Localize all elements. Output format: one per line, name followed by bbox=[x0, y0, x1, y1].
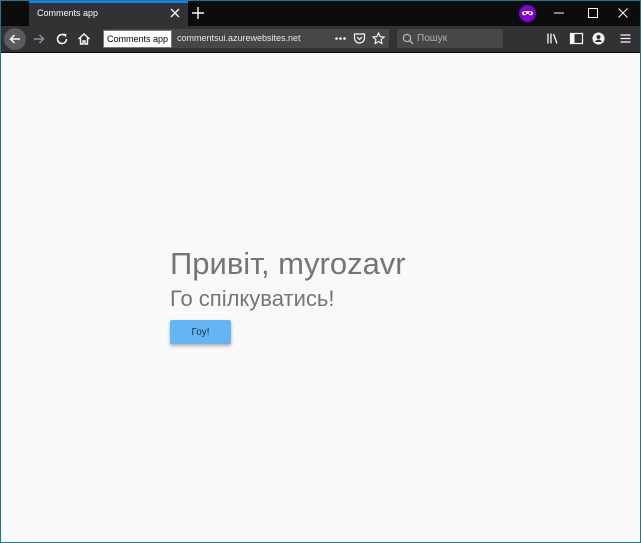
minimize-icon bbox=[554, 12, 564, 14]
close-window-button[interactable] bbox=[606, 1, 640, 26]
account-icon[interactable] bbox=[591, 31, 606, 46]
maximize-icon bbox=[588, 8, 598, 18]
minimize-button[interactable] bbox=[542, 1, 576, 26]
tab-comments-app[interactable]: Comments app bbox=[29, 1, 188, 26]
back-button[interactable] bbox=[4, 28, 26, 50]
page-content: Привіт, myrozavr Го спілкуватись! Гоу! bbox=[1, 53, 640, 542]
search-bar[interactable] bbox=[397, 29, 503, 48]
address-bar[interactable]: Comments app commentsui.azurewebsites.ne… bbox=[103, 29, 389, 48]
pocket-icon[interactable] bbox=[353, 32, 366, 45]
browser-window: Comments app Comments app commentsui.azu… bbox=[0, 0, 641, 543]
home-button[interactable] bbox=[73, 28, 95, 50]
reload-icon bbox=[56, 33, 68, 45]
subtitle-heading: Го спілкуватись! bbox=[170, 286, 335, 311]
bookmark-star-icon[interactable] bbox=[371, 31, 386, 45]
tab-strip: Comments app bbox=[1, 1, 640, 26]
arrow-left-icon bbox=[9, 34, 20, 44]
navigation-toolbar: Comments app commentsui.azurewebsites.ne… bbox=[1, 26, 640, 53]
new-tab-icon[interactable] bbox=[191, 6, 205, 20]
search-icon bbox=[402, 32, 414, 50]
go-button[interactable]: Гоу! bbox=[170, 320, 231, 344]
library-icon[interactable] bbox=[546, 31, 561, 46]
home-icon bbox=[78, 33, 90, 45]
maximize-button[interactable] bbox=[576, 1, 610, 26]
forward-button[interactable] bbox=[28, 28, 50, 50]
reload-button[interactable] bbox=[51, 28, 73, 50]
search-input[interactable] bbox=[417, 30, 499, 46]
url-text[interactable]: commentsui.azurewebsites.net bbox=[177, 33, 307, 43]
greeting-heading: Привіт, myrozavr bbox=[170, 246, 406, 281]
menu-icon[interactable] bbox=[618, 31, 633, 46]
tab-tooltip: Comments app bbox=[103, 30, 173, 48]
arrow-right-icon bbox=[34, 34, 45, 44]
close-tab-icon[interactable] bbox=[168, 6, 182, 20]
close-icon bbox=[618, 8, 628, 18]
tab-title: Comments app bbox=[37, 8, 99, 18]
private-browsing-icon bbox=[519, 5, 536, 22]
page-actions-icon[interactable] bbox=[334, 32, 347, 45]
sidebar-icon[interactable] bbox=[569, 31, 584, 46]
